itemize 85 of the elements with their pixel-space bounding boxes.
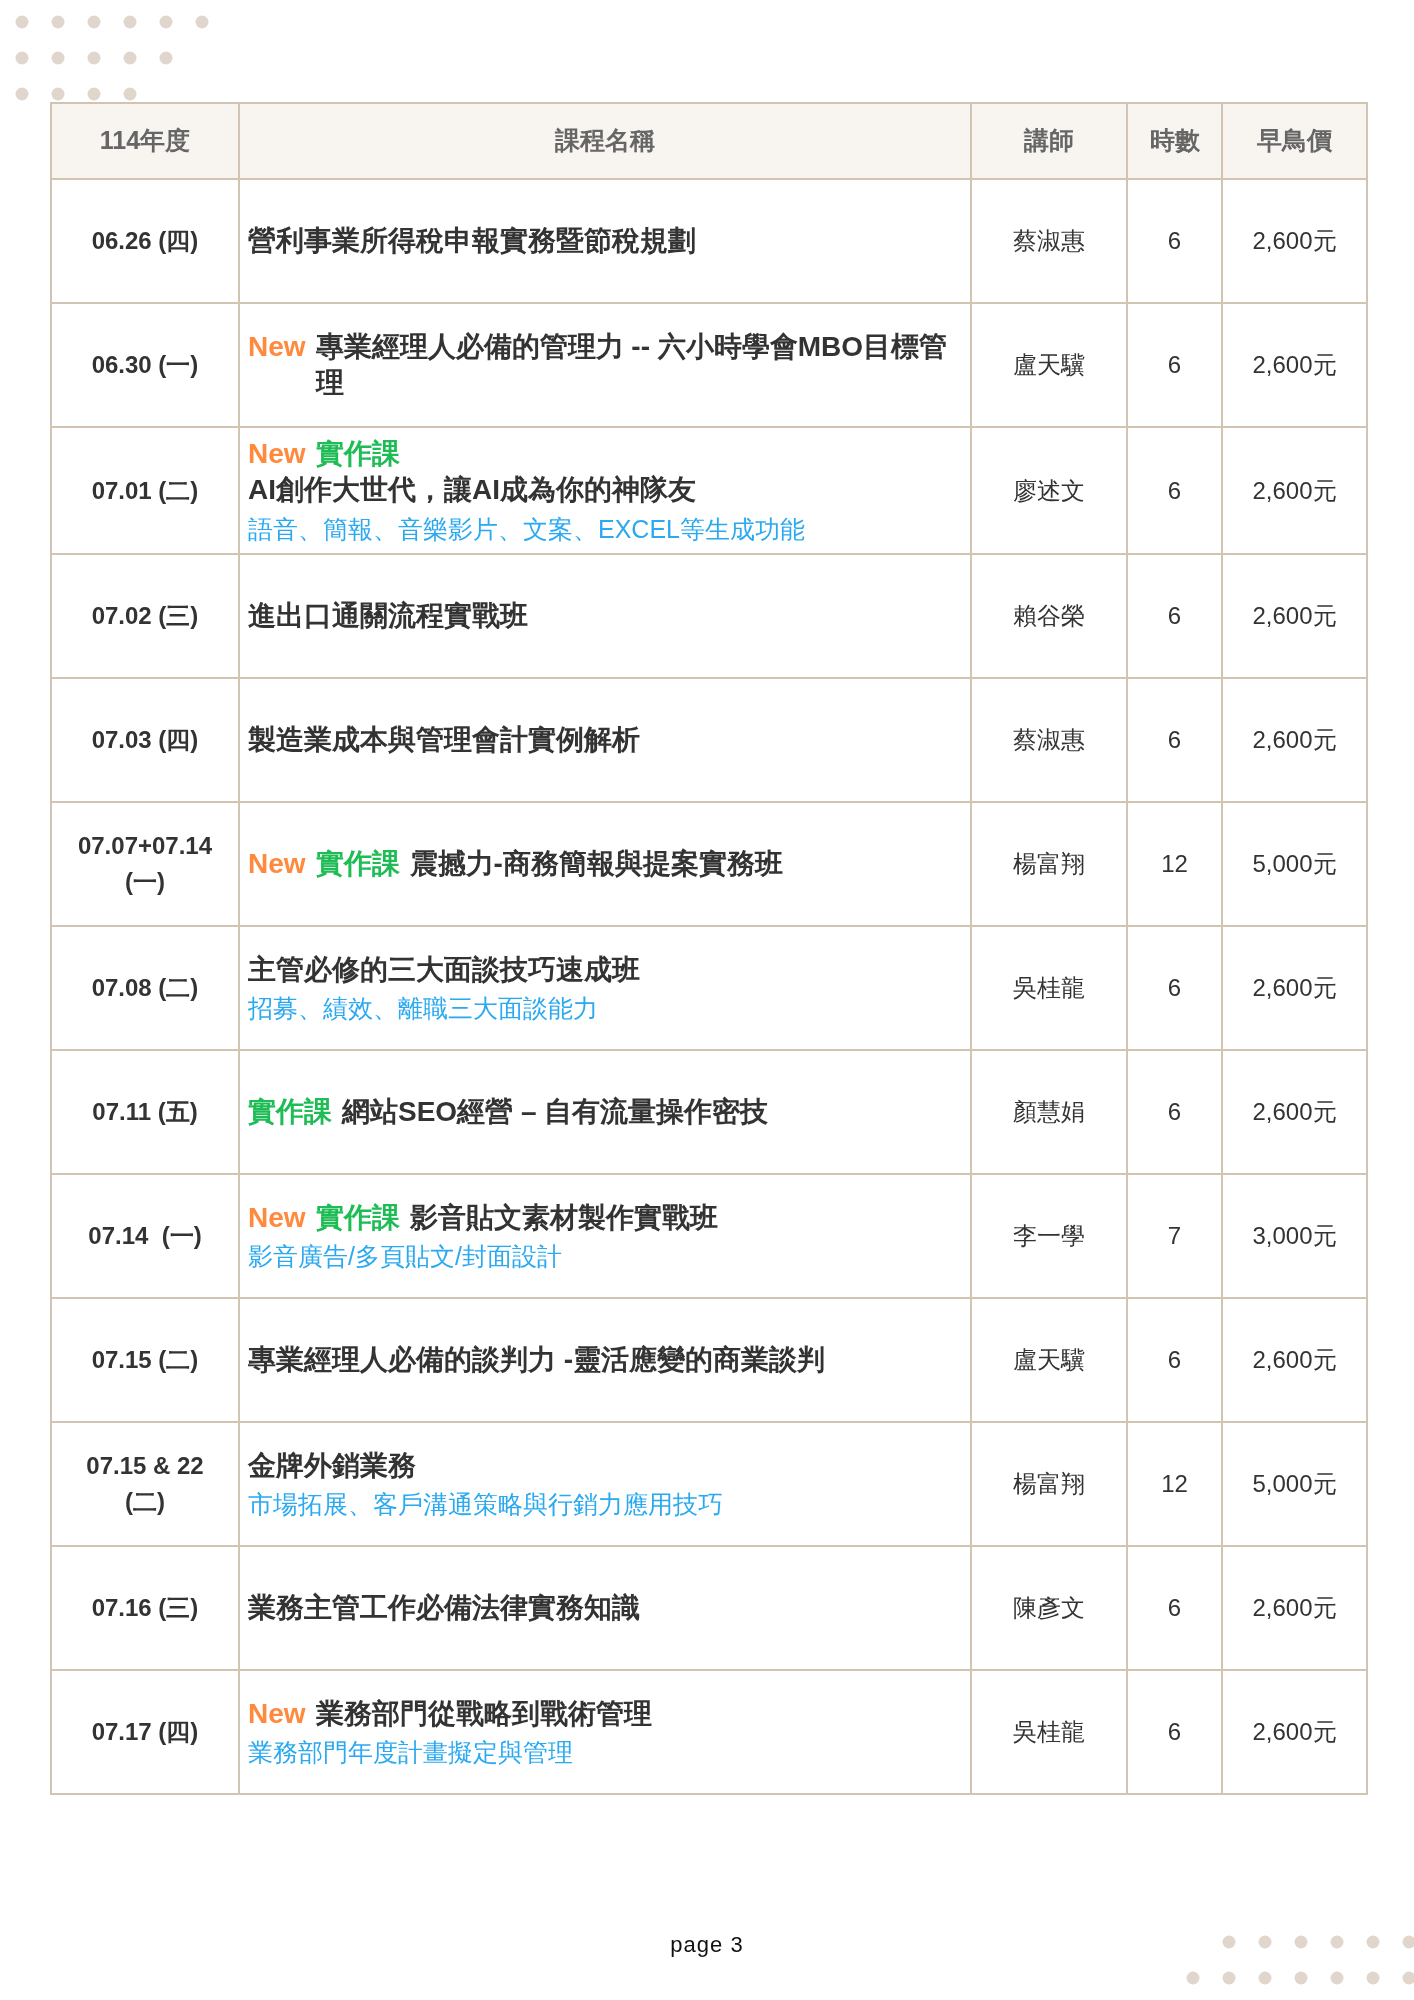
instructor-name: 蔡淑惠 <box>1013 227 1085 254</box>
course-hours: 6 <box>1167 974 1182 1002</box>
course-price: 2,600元 <box>1252 1718 1337 1746</box>
column-header: 早鳥價 <box>1222 103 1367 179</box>
course-title: 專業經理人必備的談判力 -靈活應變的商業談判 <box>248 1343 827 1378</box>
course-date: 07.15 & 22 (二) <box>86 1452 204 1516</box>
course-title: AI創作大世代，讓AI成為你的神隊友 <box>248 473 697 508</box>
course-date: 07.17 (四) <box>91 1718 199 1746</box>
course-hours: 6 <box>1167 476 1182 504</box>
course-date: 06.26 (四) <box>91 227 199 254</box>
hands-on-tag: 實作課 <box>315 846 400 883</box>
course-date: 07.01 (二) <box>91 476 199 504</box>
course-hours: 12 <box>1161 850 1188 878</box>
instructor-name: 吳桂龍 <box>1013 974 1085 1002</box>
course-hours: 6 <box>1167 1346 1182 1374</box>
hands-on-tag: 實作課 <box>315 1199 400 1237</box>
course-title: 業務主管工作必備法律實務知識 <box>248 1591 641 1626</box>
instructor-name: 盧天驥 <box>1013 351 1085 378</box>
course-hours: 6 <box>1167 227 1182 254</box>
course-price: 2,600元 <box>1252 726 1337 754</box>
column-header: 課程名稱 <box>239 103 971 179</box>
course-subtitle: 招募、績效、離職三大面談能力 <box>248 993 599 1025</box>
new-tag: New <box>248 436 306 473</box>
course-hours: 6 <box>1167 1098 1182 1126</box>
instructor-name: 廖述文 <box>1013 476 1085 504</box>
page-number: page 3 <box>670 1932 744 1957</box>
instructor-name: 賴谷榮 <box>1013 602 1085 630</box>
course-title: 製造業成本與管理會計實例解析 <box>248 723 641 758</box>
new-tag: New <box>248 328 306 365</box>
course-title: 營利事業所得稅申報實務暨節稅規劃 <box>248 223 697 258</box>
course-hours: 12 <box>1161 1470 1188 1498</box>
course-date: 07.03 (四) <box>91 726 199 754</box>
course-title: 業務部門從戰略到戰術管理 <box>315 1696 653 1731</box>
instructor-name: 盧天驥 <box>1013 1346 1085 1374</box>
course-date: 07.02 (三) <box>91 602 199 630</box>
course-date: 07.11 (五) <box>92 1098 198 1126</box>
instructor-name: 吳桂龍 <box>1013 1718 1085 1746</box>
course-hours: 6 <box>1167 602 1182 630</box>
new-tag: New <box>248 1199 306 1237</box>
instructor-name: 顏慧娟 <box>1013 1098 1085 1126</box>
hands-on-tag: 實作課 <box>315 436 400 473</box>
course-title: 進出口通關流程實戰班 <box>248 599 529 634</box>
course-subtitle: 影音廣告/多頁貼文/封面設計 <box>248 1241 563 1273</box>
course-date: 07.07+07.14 (一) <box>77 832 213 896</box>
new-tag: New <box>248 1695 306 1733</box>
course-price: 2,600元 <box>1252 602 1337 630</box>
column-header: 時數 <box>1127 103 1222 179</box>
column-header: 114年度 <box>51 103 239 179</box>
instructor-name: 楊富翔 <box>1013 850 1085 878</box>
course-price: 2,600元 <box>1252 1594 1337 1622</box>
instructor-name: 楊富翔 <box>1013 1470 1085 1498</box>
course-date: 06.30 (一) <box>91 351 199 378</box>
course-date: 07.16 (三) <box>91 1594 199 1622</box>
instructor-name: 蔡淑惠 <box>1013 726 1085 754</box>
course-price: 3,000元 <box>1252 1222 1337 1250</box>
instructor-name: 陳彥文 <box>1013 1594 1085 1622</box>
course-subtitle: 業務部門年度計畫擬定與管理 <box>248 1737 574 1769</box>
course-subtitle: 市場拓展、客戶溝通策略與行銷力應用技巧 <box>248 1489 724 1521</box>
column-header: 講師 <box>971 103 1127 179</box>
hands-on-tag: 實作課 <box>248 1094 332 1131</box>
course-price: 2,600元 <box>1252 1098 1337 1126</box>
course-hours: 6 <box>1167 726 1182 754</box>
course-price: 5,000元 <box>1252 1470 1337 1498</box>
course-price: 5,000元 <box>1252 850 1337 878</box>
instructor-name: 李一學 <box>1013 1222 1085 1250</box>
course-price: 2,600元 <box>1252 227 1337 254</box>
course-date: 07.14 (一) <box>88 1222 202 1250</box>
course-title: 震撼力-商務簡報與提案實務班 <box>409 847 784 882</box>
course-date: 07.08 (二) <box>91 974 199 1002</box>
course-hours: 6 <box>1167 351 1182 378</box>
course-hours: 7 <box>1167 1222 1182 1250</box>
course-title: 主管必修的三大面談技巧速成班 <box>248 952 641 987</box>
course-title: 網站SEO經營 – 自有流量操作密技 <box>342 1095 770 1130</box>
course-title: 影音貼文素材製作實戰班 <box>409 1200 719 1235</box>
course-price: 2,600元 <box>1252 974 1337 1002</box>
course-hours: 6 <box>1167 1594 1182 1622</box>
course-title: 專業經理人必備的管理力 -- 六小時學會MBO目標管理 <box>315 329 949 400</box>
course-price: 2,600元 <box>1252 476 1337 504</box>
course-title: 金牌外銷業務 <box>248 1448 417 1483</box>
course-date: 07.15 (二) <box>91 1346 199 1374</box>
course-hours: 6 <box>1167 1718 1182 1746</box>
course-price: 2,600元 <box>1252 1346 1337 1374</box>
new-tag: New <box>248 846 306 883</box>
course-price: 2,600元 <box>1252 351 1337 378</box>
course-subtitle: 語音、簡報、音樂影片、文案、EXCEL等生成功能 <box>248 513 806 545</box>
